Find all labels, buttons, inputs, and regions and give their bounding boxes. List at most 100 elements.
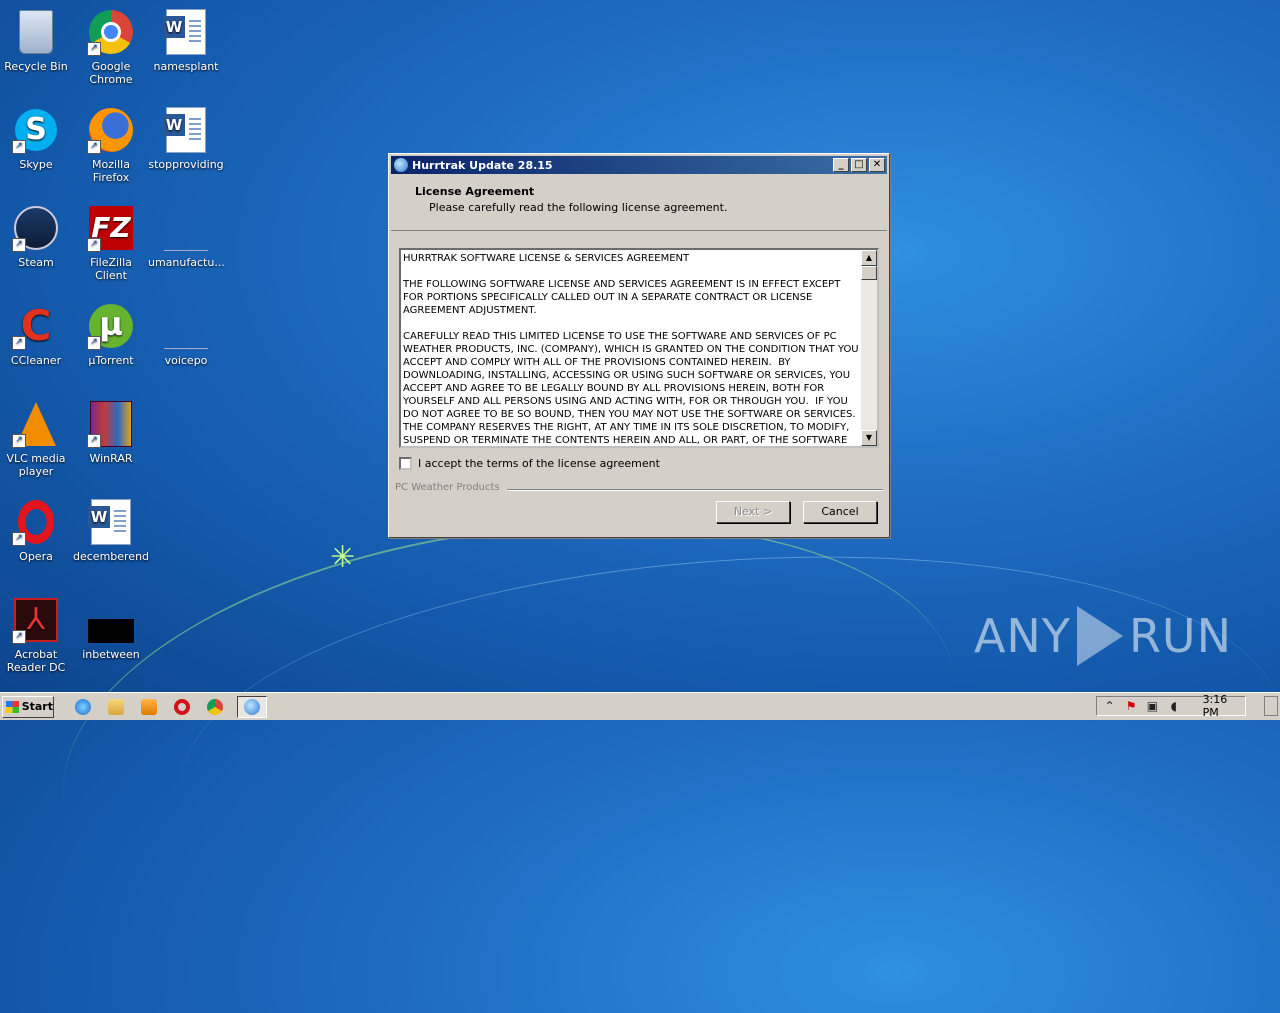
desktop-icon-label: Skype [19, 158, 53, 171]
desktop-icon-skype[interactable]: S ↗ Skype [0, 106, 74, 171]
taskbar-file-explorer[interactable] [105, 696, 127, 718]
desktop-icon-label: voicepo [164, 354, 208, 367]
license-text-box[interactable]: HURRTRAK SOFTWARE LICENSE & SERVICES AGR… [399, 248, 879, 448]
scroll-thumb[interactable] [861, 266, 877, 280]
minimize-button[interactable]: _ [833, 158, 849, 172]
accept-label[interactable]: I accept the terms of the license agreem… [418, 457, 660, 470]
action-center-flag-icon[interactable]: ⚑ [1124, 699, 1137, 713]
desktop-icon-utorrent[interactable]: µ ↗ µTorrent [73, 302, 149, 367]
volume-icon[interactable]: ◖ [1167, 699, 1180, 713]
media-player-icon [141, 698, 157, 715]
show-hidden-icons-button[interactable]: ⌃ [1103, 699, 1116, 713]
clock[interactable]: 3:16 PM [1203, 693, 1245, 719]
desktop-icon-vlc[interactable]: ↗ VLC media player [0, 400, 74, 478]
desktop-icon-label: umanufactu... [148, 256, 225, 269]
shortcut-arrow-icon: ↗ [12, 532, 26, 546]
hurrtrak-setup-icon [244, 698, 260, 715]
header-subtitle: Please carefully read the following lice… [429, 201, 728, 214]
desktop-icon-stopproviding[interactable]: stopproviding [148, 106, 224, 171]
hurrtrak-app-icon [394, 158, 408, 172]
desktop-icon-namesplant[interactable]: namesplant [148, 8, 224, 73]
chrome-icon [207, 698, 223, 715]
accept-row[interactable]: I accept the terms of the license agreem… [399, 457, 660, 470]
network-icon[interactable]: ▣ [1146, 699, 1159, 713]
desktop-icon-label: inbetween [82, 648, 140, 661]
scroll-down-button[interactable]: ▼ [861, 430, 877, 446]
shortcut-arrow-icon: ↗ [12, 336, 26, 350]
branding-divider [507, 489, 883, 491]
desktop-icon-label: namesplant [153, 60, 219, 73]
accept-checkbox[interactable] [399, 457, 412, 470]
blank-file-icon [164, 230, 208, 251]
desktop-icon-label: decemberend [73, 550, 150, 563]
desktop-icon-label: µTorrent [88, 354, 134, 367]
dialog-title: Hurrtrak Update 28.15 [412, 158, 553, 172]
internet-explorer-icon [75, 698, 91, 715]
wallpaper-glow-icon: ✳ [330, 540, 356, 575]
desktop-icon-voicepo[interactable]: voicepo [148, 302, 224, 367]
shortcut-arrow-icon: ↗ [12, 434, 26, 448]
system-tray: ⌃ ⚑ ▣ ◖ 3:16 PM [1096, 693, 1246, 719]
desktop-icon-label: WinRAR [89, 452, 133, 465]
desktop-icon-opera[interactable]: ↗ Opera [0, 498, 74, 563]
taskbar: Start ⌃ ⚑ ▣ ◖ 3:16 PM [0, 692, 1280, 720]
scroll-up-button[interactable]: ▲ [861, 250, 877, 266]
branding-text: PC Weather Products [395, 482, 500, 493]
desktop-icon-umanufactu[interactable]: umanufactu... [148, 204, 225, 269]
word-doc-icon [163, 9, 206, 55]
license-scrollbar[interactable]: ▲ ▼ [861, 250, 877, 446]
shortcut-arrow-icon: ↗ [12, 140, 26, 154]
cancel-button[interactable]: Cancel [803, 501, 877, 523]
desktop-icon-decemberend[interactable]: decemberend [73, 498, 149, 563]
header-title: License Agreement [415, 185, 535, 198]
desktop-icon-inbetween[interactable]: inbetween [73, 596, 149, 661]
desktop-icon-steam[interactable]: ↗ Steam [0, 204, 74, 269]
windows-flag-icon [6, 700, 19, 713]
taskbar-internet-explorer[interactable] [72, 696, 94, 718]
start-label: Start [21, 700, 53, 713]
taskbar-opera[interactable] [171, 696, 193, 718]
taskbar-chrome[interactable] [204, 696, 226, 718]
shortcut-arrow-icon: ↗ [87, 434, 101, 448]
start-button[interactable]: Start [2, 695, 54, 718]
dialog-header: License Agreement Please carefully read … [391, 176, 887, 231]
file-explorer-icon [108, 698, 124, 715]
desktop-icon-label: Acrobat Reader DC [6, 648, 66, 674]
setup-dialog: Hurrtrak Update 28.15 _ □ ✕ License Agre… [388, 153, 890, 538]
desktop-icon-label: Recycle Bin [4, 60, 68, 73]
recycle-bin-icon [19, 10, 53, 54]
taskbar-hurrtrak-setup[interactable] [237, 695, 267, 718]
shortcut-arrow-icon: ↗ [87, 42, 101, 56]
desktop-icon-recycle-bin[interactable]: Recycle Bin [0, 8, 74, 73]
shortcut-arrow-icon: ↗ [87, 336, 101, 350]
next-button[interactable]: Next > [716, 501, 790, 523]
shortcut-arrow-icon: ↗ [87, 238, 101, 252]
word-doc-icon [163, 107, 206, 153]
desktop-icon-filezilla[interactable]: FZ ↗ FileZilla Client [73, 204, 149, 282]
word-doc-icon [88, 499, 131, 545]
desktop-icon-label: Steam [18, 256, 54, 269]
watermark-left: ANY [973, 609, 1071, 663]
show-desktop-button[interactable] [1264, 696, 1278, 716]
black-file-icon [88, 619, 134, 643]
desktop-icon-label: VLC media player [6, 452, 66, 478]
watermark-right: RUN [1128, 609, 1232, 663]
play-icon [1076, 606, 1123, 666]
maximize-button[interactable]: □ [851, 158, 867, 172]
anyrun-watermark: ANY RUN [974, 606, 1232, 666]
taskbar-media-player[interactable] [138, 696, 160, 718]
desktop-icon-acrobat[interactable]: ⅄ ↗ Acrobat Reader DC [0, 596, 74, 674]
close-button[interactable]: ✕ [869, 158, 885, 172]
license-text: HURRTRAK SOFTWARE LICENSE & SERVICES AGR… [403, 253, 859, 444]
desktop-icon-ccleaner[interactable]: C ↗ CCleaner [0, 302, 74, 368]
desktop-icon-label: CCleaner [10, 354, 62, 367]
blank-file-icon [164, 328, 208, 349]
desktop-icon-firefox[interactable]: ↗ Mozilla Firefox [73, 106, 149, 184]
desktop-icon-label: Mozilla Firefox [92, 158, 130, 184]
desktop-icon-winrar[interactable]: ↗ WinRAR [73, 400, 149, 465]
desktop-icon-label: FileZilla Client [90, 256, 132, 282]
shortcut-arrow-icon: ↗ [12, 238, 26, 252]
desktop-icon-chrome[interactable]: ↗ Google Chrome [73, 8, 149, 86]
shortcut-arrow-icon: ↗ [12, 630, 26, 644]
dialog-titlebar[interactable]: Hurrtrak Update 28.15 _ □ ✕ [391, 156, 887, 174]
